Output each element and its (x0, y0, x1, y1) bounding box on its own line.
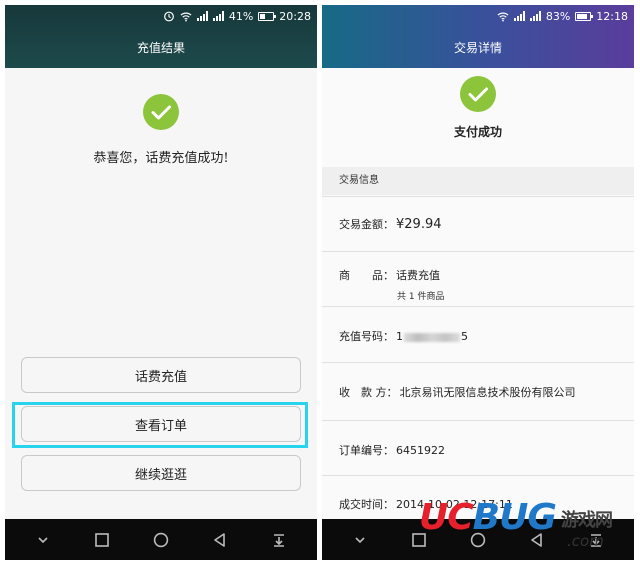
phone-suffix: 5 (461, 330, 468, 343)
detail-row-order-id: 订单编号： 6451922 (322, 420, 634, 475)
phone-prefix: 1 (396, 330, 403, 343)
right-phone-screen: 交易详情 83% 12:18 支付成功 交易信息 交易金额： ¥29.94 商 品… (322, 5, 634, 560)
signal-icon (212, 11, 224, 21)
row-label: 收 款 方： (339, 386, 398, 399)
detail-row-phone: 充值号码： 1 5 (322, 306, 634, 362)
row-subtext: 共 1 件商品 (397, 292, 445, 302)
status-bar: 41% 20:28 (5, 5, 317, 27)
alarm-icon (163, 10, 175, 22)
watermark-site-name: 游戏网 (561, 510, 613, 531)
battery-percentage: 41% (228, 9, 254, 23)
highlight-box (12, 402, 308, 448)
notifications-icon[interactable] (271, 532, 287, 548)
battery-icon (258, 11, 277, 21)
battery-percentage: 83% (545, 9, 571, 23)
status-bar: 83% 12:18 (322, 5, 634, 27)
detail-row-product: 商 品： 话费充值 共 1 件商品 (322, 251, 634, 306)
row-label: 商 品： (339, 269, 394, 282)
wifi-icon (180, 10, 192, 22)
checkmark-icon (143, 94, 179, 130)
nav-bar (5, 519, 317, 560)
row-value: ¥29.94 (396, 217, 442, 232)
signal-icon (196, 11, 208, 21)
recent-apps-icon[interactable] (94, 532, 110, 548)
row-value: 15 (396, 330, 468, 343)
recharge-button[interactable]: 话费充值 (21, 357, 301, 393)
row-label: 充值号码： (339, 330, 394, 343)
status-time: 20:28 (279, 9, 311, 23)
detail-row-amount: 交易金额： ¥29.94 (322, 196, 634, 251)
page-title: 充值结果 (136, 41, 185, 55)
chevron-down-icon[interactable] (352, 532, 368, 548)
status-time: 12:18 (596, 9, 628, 23)
row-label: 交易金额： (339, 218, 394, 231)
back-icon[interactable] (212, 532, 228, 548)
row-value: 6451922 (396, 444, 445, 457)
masked-number (404, 332, 460, 342)
watermark-logo: UCBUG (419, 497, 557, 538)
home-icon[interactable] (153, 532, 169, 548)
page-title: 交易详情 (453, 41, 502, 55)
battery-icon (575, 11, 594, 21)
site-watermark: UCBUG 游戏网 .com (419, 496, 634, 558)
detail-row-payee: 收 款 方： 北京易讯无限信息技术股份有限公司 (322, 362, 634, 420)
watermark-domain: .com (567, 532, 604, 550)
signal-icon (529, 11, 541, 21)
chevron-down-icon[interactable] (35, 532, 51, 548)
wifi-icon (497, 10, 509, 22)
row-label: 订单编号： (339, 444, 394, 457)
row-value: 话费充值 (396, 269, 440, 282)
row-label: 成交时间： (339, 498, 394, 511)
success-message: 恭喜您，话费充值成功! (93, 151, 229, 166)
payment-status: 支付成功 (453, 125, 502, 139)
section-header: 交易信息 (322, 167, 634, 195)
signal-icon (513, 11, 525, 21)
left-phone-screen: 充值结果 41% 20:28 恭喜您，话费充值成功! 话费充值 查看订单 继续逛… (5, 5, 317, 560)
row-value: 北京易讯无限信息技术股份有限公司 (399, 386, 576, 399)
checkmark-icon (460, 76, 496, 112)
continue-shopping-button[interactable]: 继续逛逛 (21, 455, 301, 491)
